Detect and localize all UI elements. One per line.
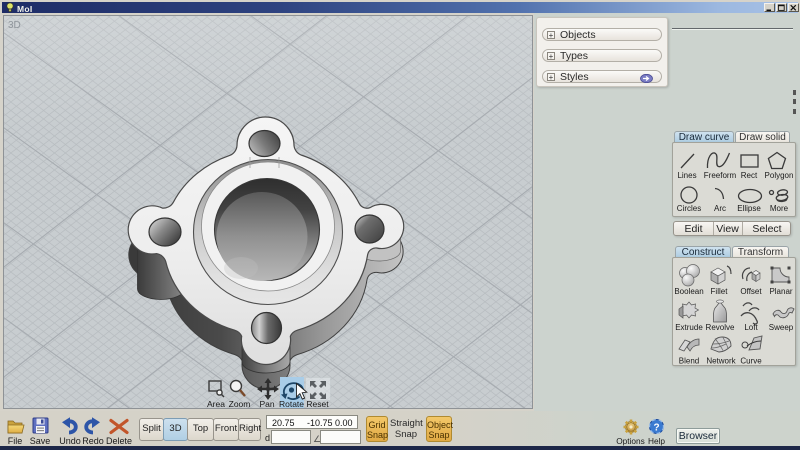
svg-text:Boolean: Boolean bbox=[674, 287, 703, 296]
svg-text:Area: Area bbox=[207, 399, 225, 408]
svg-text:Arc: Arc bbox=[714, 204, 726, 213]
svg-text:?: ? bbox=[653, 423, 659, 434]
svg-text:Fillet: Fillet bbox=[711, 287, 729, 296]
svg-text:Curve: Curve bbox=[740, 357, 762, 366]
svg-text:Options: Options bbox=[616, 436, 645, 446]
svg-text:Lines: Lines bbox=[677, 171, 696, 180]
svg-text:3D: 3D bbox=[8, 20, 21, 31]
svg-text:Circles: Circles bbox=[677, 204, 701, 213]
svg-text:Reset: Reset bbox=[306, 399, 329, 408]
svg-text:Ellipse: Ellipse bbox=[737, 204, 761, 213]
svg-text:Planar: Planar bbox=[769, 287, 792, 296]
svg-text:Extrude: Extrude bbox=[675, 323, 703, 332]
svg-text:Freeform: Freeform bbox=[704, 171, 737, 180]
svg-text:Undo: Undo bbox=[59, 436, 81, 446]
svg-text:Rect: Rect bbox=[741, 171, 758, 180]
svg-text:Delete: Delete bbox=[106, 436, 132, 446]
svg-text:Zoom: Zoom bbox=[229, 399, 251, 408]
svg-text:Network: Network bbox=[706, 357, 736, 366]
svg-text:Rotate: Rotate bbox=[279, 399, 304, 408]
svg-text:Polygon: Polygon bbox=[765, 171, 794, 180]
svg-text:Help: Help bbox=[648, 436, 665, 446]
svg-text:Revolve: Revolve bbox=[706, 323, 735, 332]
svg-text:Blend: Blend bbox=[679, 357, 699, 366]
svg-text:Pan: Pan bbox=[259, 399, 274, 408]
svg-text:Redo: Redo bbox=[82, 436, 104, 446]
svg-text:File: File bbox=[8, 436, 23, 446]
svg-text:Save: Save bbox=[30, 436, 51, 446]
svg-text:Loft: Loft bbox=[744, 323, 758, 332]
svg-text:Sweep: Sweep bbox=[769, 323, 794, 332]
svg-text:More: More bbox=[770, 204, 789, 213]
svg-text:Offset: Offset bbox=[740, 287, 762, 296]
